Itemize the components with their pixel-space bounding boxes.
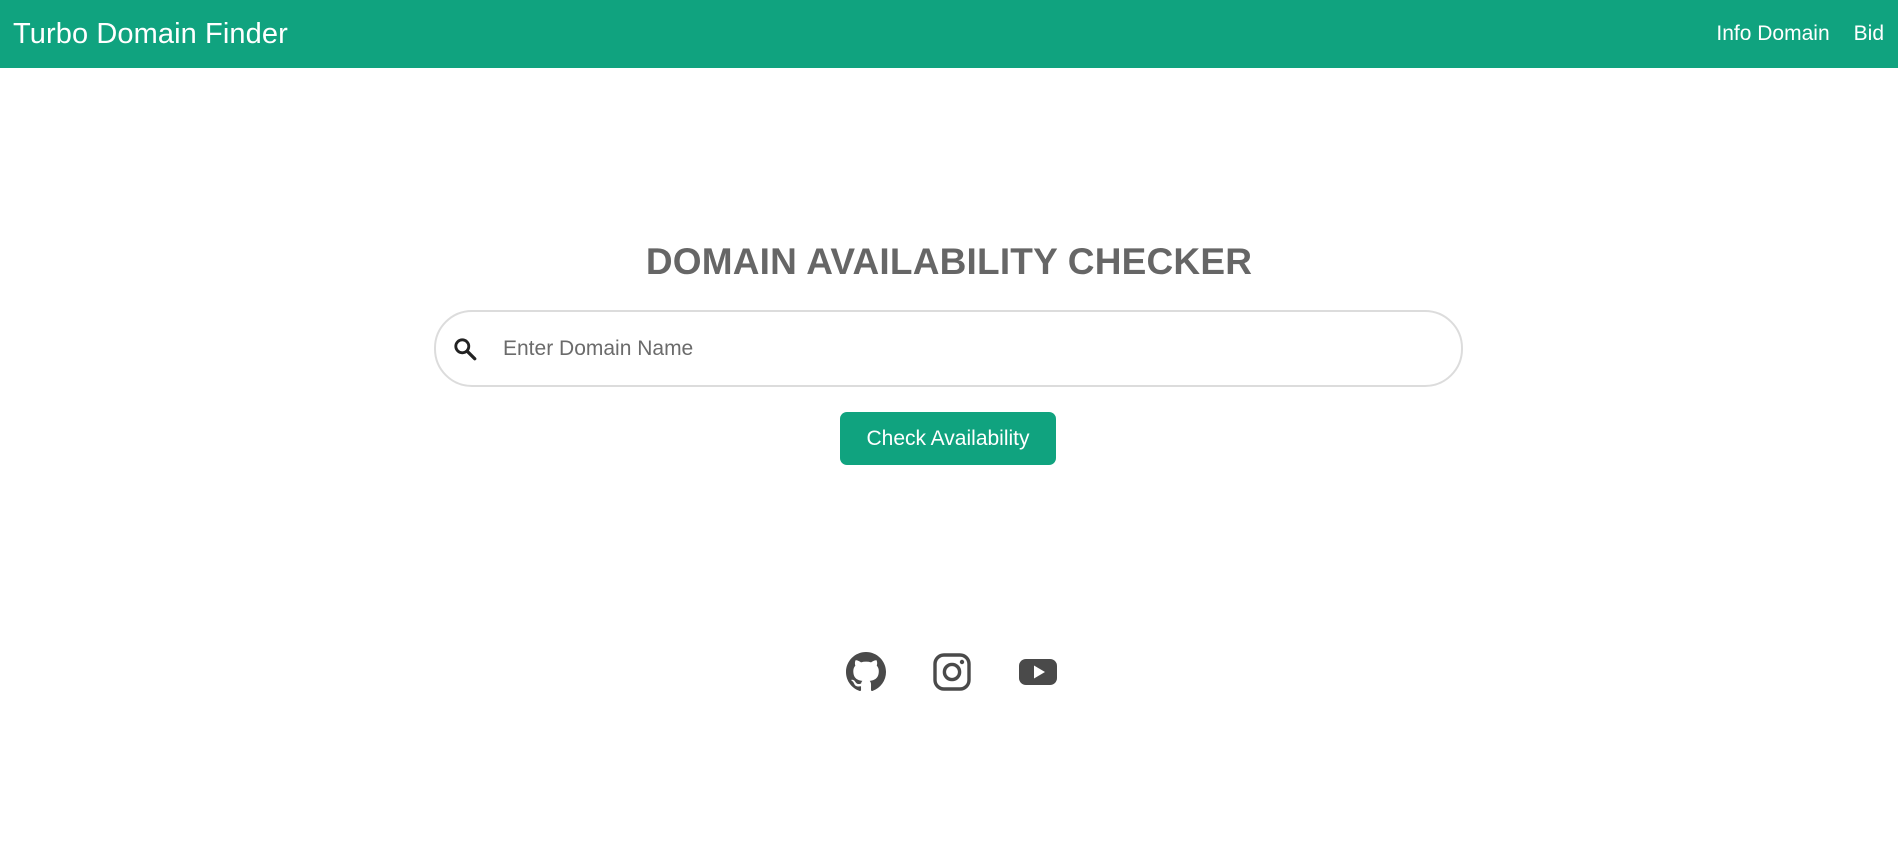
instagram-icon [933,653,971,691]
nav-link-info-domain[interactable]: Info Domain [1716,22,1829,46]
instagram-link[interactable] [932,652,972,692]
brand-logo-text[interactable]: Turbo Domain Finder [13,18,288,51]
top-nav: Info Domain Bid [1692,0,1898,68]
social-links [0,652,1898,692]
page-title: DOMAIN AVAILABILITY CHECKER [645,241,1253,282]
search-icon [451,335,479,363]
nav-link-bid[interactable]: Bid [1854,22,1884,46]
youtube-link[interactable] [1018,652,1058,692]
github-icon [846,652,886,692]
github-link[interactable] [846,652,886,692]
top-navbar: Turbo Domain Finder Info Domain Bid [0,0,1898,68]
domain-search-box[interactable] [434,310,1463,387]
youtube-icon [1019,659,1057,685]
check-availability-button[interactable]: Check Availability [840,412,1056,465]
domain-search-input[interactable] [503,328,1403,369]
